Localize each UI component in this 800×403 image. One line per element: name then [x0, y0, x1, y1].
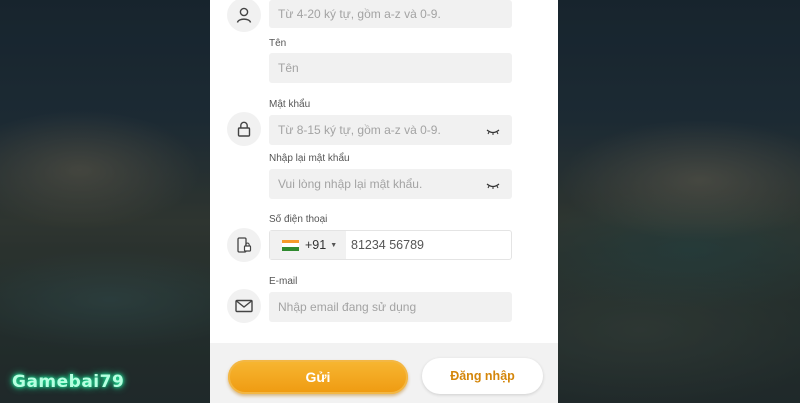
email-label: E-mail — [269, 276, 298, 287]
email-placeholder: Nhập email đang sử dụng — [278, 300, 417, 314]
phone-number-field[interactable]: 81234 56789 — [346, 238, 424, 252]
password-input[interactable]: Từ 8-15 ký tự, gồm a-z và 0-9. — [269, 115, 512, 145]
phone-label: Số điện thoại — [269, 214, 328, 225]
confirm-password-placeholder: Vui lòng nhập lại mật khẩu. — [278, 177, 423, 191]
user-icon — [227, 0, 261, 32]
send-button[interactable]: Gửi — [228, 360, 408, 394]
phone-input-group: +91 ▼ 81234 56789 — [269, 230, 512, 260]
password-label: Mật khẩu — [269, 99, 311, 110]
india-flag-icon — [282, 239, 299, 251]
phone-lock-icon — [227, 228, 261, 262]
confirm-password-label: Nhập lại mật khẩu — [269, 153, 350, 164]
email-input[interactable]: Nhập email đang sử dụng — [269, 292, 512, 322]
confirm-password-input[interactable]: Vui lòng nhập lại mật khẩu. — [269, 169, 512, 199]
eye-closed-icon[interactable] — [486, 125, 500, 139]
watermark-logo: Gamebai79 — [12, 372, 125, 392]
chevron-down-icon: ▼ — [330, 241, 338, 249]
name-placeholder: Tên — [278, 61, 299, 75]
country-code: +91 — [305, 238, 327, 252]
lock-icon — [227, 112, 261, 146]
name-input[interactable]: Tên — [269, 53, 512, 83]
mail-icon — [227, 289, 261, 323]
username-placeholder: Từ 4-20 ký tự, gồm a-z và 0-9. — [278, 7, 441, 21]
register-form-panel: Từ 4-20 ký tự, gồm a-z và 0-9. Tên Tên M… — [210, 0, 558, 403]
login-button[interactable]: Đăng nhập — [422, 358, 543, 394]
username-input[interactable]: Từ 4-20 ký tự, gồm a-z và 0-9. — [269, 0, 512, 28]
eye-closed-icon[interactable] — [486, 179, 500, 193]
name-label: Tên — [269, 38, 287, 49]
password-placeholder: Từ 8-15 ký tự, gồm a-z và 0-9. — [278, 123, 441, 137]
country-code-selector[interactable]: +91 ▼ — [270, 231, 346, 259]
